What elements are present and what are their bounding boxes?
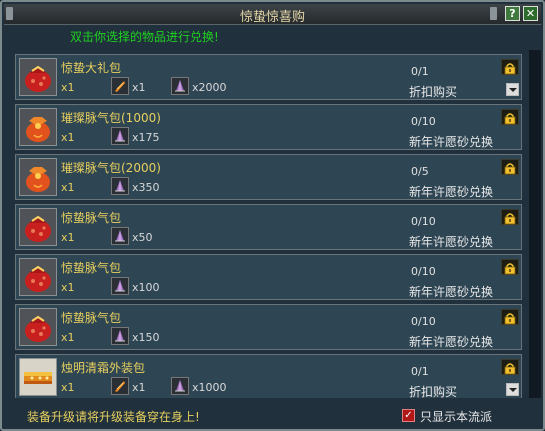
exchange-window: 惊蛰惊喜购 ? ✕ 双击你选择的物品进行兑换! 惊蛰大礼包 x1 x1 x2000 0/… [0,0,545,431]
close-button[interactable]: ✕ [523,6,538,21]
item-quantity: x1 [61,281,75,294]
item-name: 惊蛰脉气包 [61,311,122,325]
material-quantity: x150 [132,331,160,344]
item-name: 烛明清霜外装包 [61,361,146,375]
purple-crystal-icon [111,327,129,345]
purple-crystal-icon [171,377,189,395]
material-quantity: x1 [132,81,146,94]
item-quantity: x1 [61,181,75,194]
item-quantity: x1 [61,331,75,344]
material-quantity: x100 [132,281,160,294]
lock-icon[interactable] [501,159,519,175]
window-title: 惊蛰惊喜购 [239,10,305,25]
exchange-method: 新年许愿砂兑换 [409,185,494,199]
material-quantity: x175 [132,131,160,144]
lock-icon[interactable] [501,359,519,375]
purchase-count: 0/10 [411,315,436,328]
exchange-method: 新年许愿砂兑换 [409,285,494,299]
item-quantity: x1 [61,131,75,144]
show-school-only-checkbox[interactable]: ✓ [402,409,415,422]
item-row[interactable]: 惊蛰脉气包 x1 x100 0/10 新年许愿砂兑换 [15,254,522,300]
item-list: 惊蛰大礼包 x1 x1 x2000 0/1 折扣购买 璀璨脉气包(1000) x1 x175 0/… [11,50,526,398]
exchange-method: 新年许愿砂兑换 [409,135,494,149]
material-quantity: x1 [132,381,146,394]
show-school-only-label: 只显示本流派 [420,410,493,424]
outfit-box-icon[interactable] [19,358,57,396]
lock-icon[interactable] [501,109,519,125]
orange-bag-icon[interactable] [19,108,57,146]
item-quantity: x1 [61,381,75,394]
item-row[interactable]: 惊蛰大礼包 x1 x1 x2000 0/1 折扣购买 [15,54,522,100]
orange-feather-icon [111,77,129,95]
item-quantity: x1 [61,81,75,94]
purple-crystal-icon [111,127,129,145]
material-quantity: x2000 [192,81,227,94]
material-quantity: x350 [132,181,160,194]
red-bag-icon[interactable] [19,208,57,246]
orange-bag-icon[interactable] [19,158,57,196]
material-quantity: x1000 [192,381,227,394]
red-bag-icon[interactable] [19,308,57,346]
lock-icon[interactable] [501,259,519,275]
list-scrollbar[interactable] [529,50,541,398]
item-name: 璀璨脉气包(2000) [61,161,161,175]
material-quantity: x50 [132,231,153,244]
purchase-count: 0/5 [411,165,429,178]
item-name: 惊蛰大礼包 [61,61,122,75]
purple-crystal-icon [111,277,129,295]
chevron-down-icon[interactable] [506,383,519,396]
purple-crystal-icon [111,227,129,245]
purchase-count: 0/10 [411,265,436,278]
purple-crystal-icon [171,77,189,95]
orange-feather-icon [111,377,129,395]
item-row[interactable]: 璀璨脉气包(1000) x1 x175 0/10 新年许愿砂兑换 [15,104,522,150]
purchase-count: 0/1 [411,65,429,78]
lock-icon[interactable] [501,209,519,225]
exchange-method: 新年许愿砂兑换 [409,335,494,349]
title-bar[interactable]: 惊蛰惊喜购 ? ✕ [4,4,541,25]
footer-tip: 装备升级请将升级装备穿在身上! [27,410,200,424]
red-bag-icon[interactable] [19,258,57,296]
purchase-count: 0/10 [411,115,436,128]
exchange-hint: 双击你选择的物品进行兑换! [70,30,219,44]
item-quantity: x1 [61,231,75,244]
item-name: 璀璨脉气包(1000) [61,111,161,125]
item-name: 惊蛰脉气包 [61,211,122,225]
lock-icon[interactable] [501,59,519,75]
lock-icon[interactable] [501,309,519,325]
item-row[interactable]: 璀璨脉气包(2000) x1 x350 0/5 新年许愿砂兑换 [15,154,522,200]
item-row[interactable]: 惊蛰脉气包 x1 x50 0/10 新年许愿砂兑换 [15,204,522,250]
purchase-count: 0/1 [411,365,429,378]
exchange-method: 折扣购买 [409,85,458,99]
purchase-count: 0/10 [411,215,436,228]
red-bag-icon[interactable] [19,58,57,96]
exchange-method: 折扣购买 [409,385,458,398]
help-button[interactable]: ? [505,6,520,21]
exchange-method: 新年许愿砂兑换 [409,235,494,249]
purple-crystal-icon [111,177,129,195]
chevron-down-icon[interactable] [506,83,519,96]
item-name: 惊蛰脉气包 [61,261,122,275]
item-row[interactable]: 烛明清霜外装包 x1 x1 x1000 0/1 折扣购买 [15,354,522,398]
item-row[interactable]: 惊蛰脉气包 x1 x150 0/10 新年许愿砂兑换 [15,304,522,350]
